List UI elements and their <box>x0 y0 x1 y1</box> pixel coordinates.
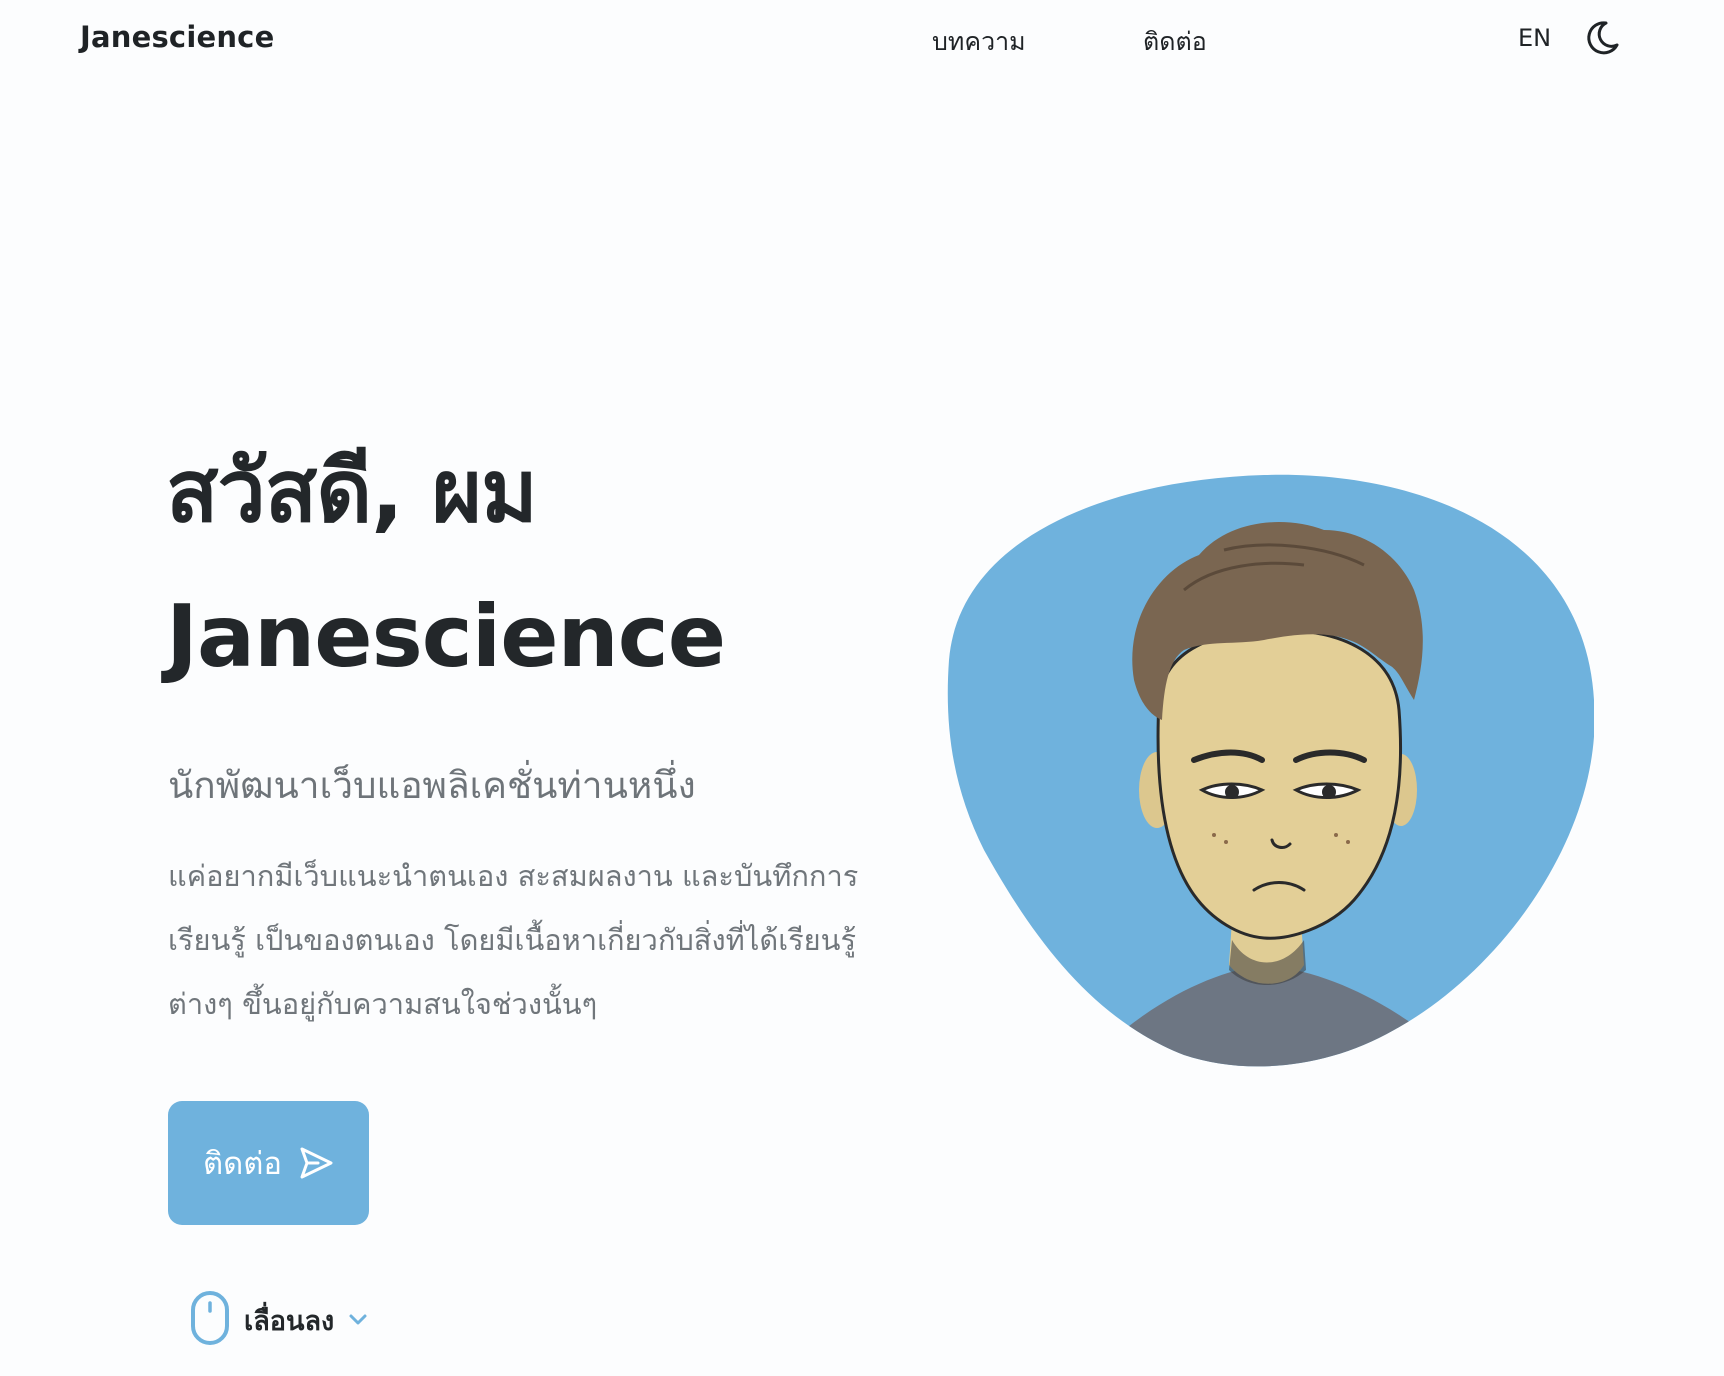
language-toggle[interactable]: EN <box>1518 24 1551 52</box>
chevron-down-icon <box>348 1311 368 1330</box>
site-logo[interactable]: Janescience <box>80 20 274 54</box>
hero-subtitle: นักพัฒนาเว็บแอพลิเคชั่นท่านหนึ่ง <box>168 764 696 807</box>
send-icon <box>298 1145 334 1181</box>
scroll-down-label: เลื่อนลง <box>244 1305 335 1337</box>
hero-description: แค่อยากมีเว็บแนะนำตนเอง สะสมผลงาน และบัน… <box>168 859 859 1021</box>
site-header: Janescience บทความ ติดต่อ EN <box>0 0 1724 80</box>
mouse-icon <box>190 1290 230 1350</box>
moon-icon[interactable] <box>1582 18 1622 58</box>
avatar-illustration <box>944 470 1595 1070</box>
nav-link-articles[interactable]: บทความ <box>932 22 1026 62</box>
scroll-down[interactable]: เลื่อนลง <box>190 1290 368 1350</box>
hero-title-line1: สวัสดี, ผม <box>166 442 538 542</box>
hero-title: สวัสดี, ผม Janescience <box>166 420 926 710</box>
contact-button-label: ติดต่อ <box>202 1146 282 1182</box>
hero-title-line2: Janescience <box>166 587 726 687</box>
nav-link-contact[interactable]: ติดต่อ <box>1143 22 1207 62</box>
contact-button[interactable]: ติดต่อ <box>168 1101 369 1225</box>
